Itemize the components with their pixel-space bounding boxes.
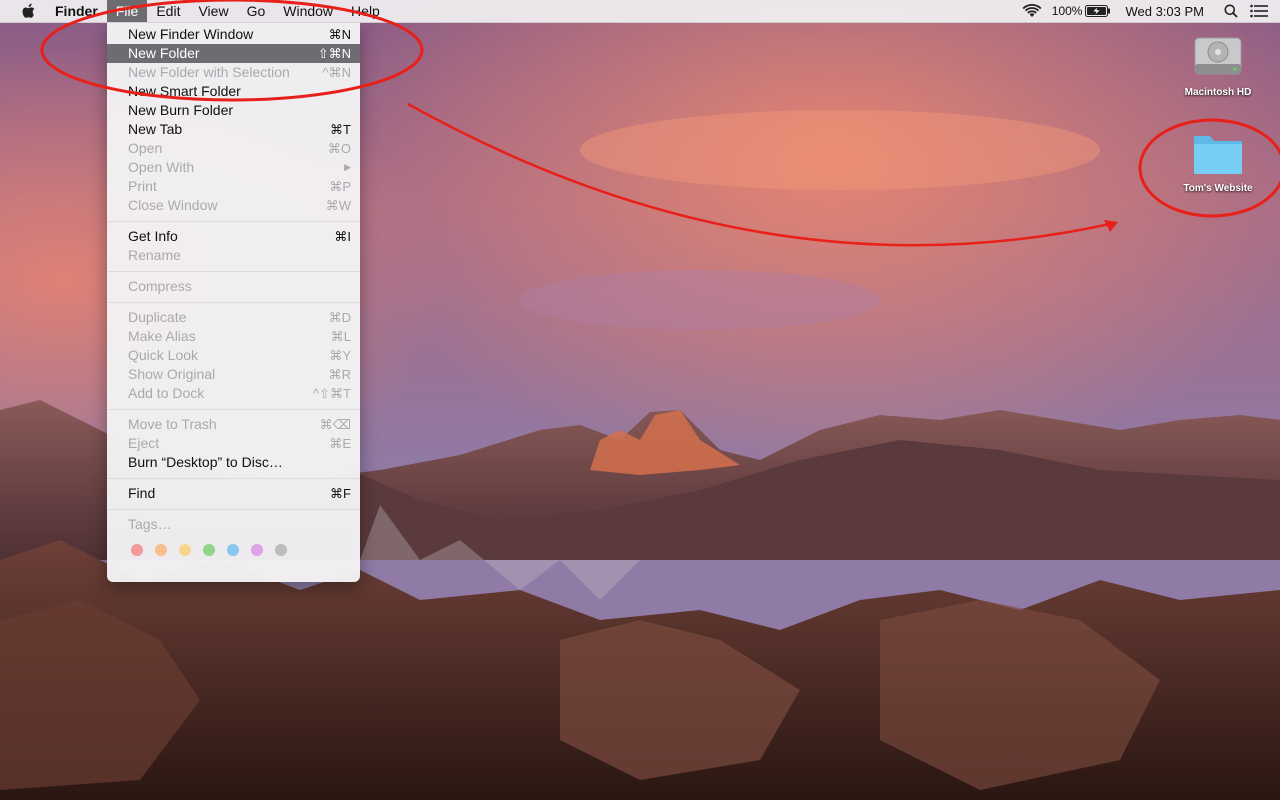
- menu-item-tags[interactable]: Tags…: [107, 515, 360, 534]
- menu-item-move-to-trash[interactable]: Move to Trash ⌘⌫: [107, 415, 360, 434]
- menu-separator: [107, 478, 360, 479]
- menu-separator: [107, 409, 360, 410]
- toms-website-label: Tom's Website: [1183, 183, 1253, 194]
- menu-item-shortcut: ⌘L: [330, 329, 351, 344]
- menu-item-shortcut: ⌘D: [328, 310, 351, 325]
- submenu-arrow-icon: ▶: [344, 162, 351, 172]
- tag-purple-dot[interactable]: [251, 544, 263, 556]
- tag-green-dot[interactable]: [203, 544, 215, 556]
- tag-red-dot[interactable]: [131, 544, 143, 556]
- menu-item-new-burn-folder[interactable]: New Burn Folder: [107, 101, 360, 120]
- menu-item-add-to-dock[interactable]: Add to Dock ^⇧⌘T: [107, 384, 360, 403]
- macintosh-hd-icon[interactable]: Macintosh HD: [1178, 28, 1258, 98]
- menu-item-shortcut: ⌘N: [328, 27, 351, 42]
- menu-item-shortcut: ⇧⌘N: [317, 46, 351, 61]
- menu-file[interactable]: File: [106, 0, 148, 22]
- menu-item-duplicate[interactable]: Duplicate ⌘D: [107, 308, 360, 327]
- menu-bar: Finder File Edit View Go Window Help 100…: [0, 0, 1280, 23]
- menu-item-label: Add to Dock: [128, 385, 205, 401]
- menu-item-new-tab[interactable]: New Tab ⌘T: [107, 120, 360, 139]
- menu-item-label: Open With: [128, 159, 195, 175]
- tag-orange-dot[interactable]: [155, 544, 167, 556]
- menu-item-compress[interactable]: Compress: [107, 277, 360, 296]
- menu-help[interactable]: Help: [342, 0, 389, 22]
- menu-item-label: Burn “Desktop” to Disc…: [128, 454, 283, 470]
- menu-item-shortcut: ⌘W: [325, 198, 351, 213]
- menu-item-open-with[interactable]: Open With ▶: [107, 158, 360, 177]
- menu-item-shortcut: ^⌘N: [322, 65, 352, 80]
- menu-item-label: New Folder: [128, 45, 200, 61]
- file-menu: New Finder Window ⌘N New Folder ⇧⌘N New …: [107, 22, 360, 582]
- folder-icon: [1194, 136, 1242, 174]
- menu-item-close-window[interactable]: Close Window ⌘W: [107, 196, 360, 215]
- menu-item-shortcut: ⌘I: [334, 229, 351, 244]
- tag-gray-dot[interactable]: [275, 544, 287, 556]
- menu-item-label: New Burn Folder: [128, 102, 234, 118]
- menu-item-label: Get Info: [128, 228, 178, 244]
- menu-item-quick-look[interactable]: Quick Look ⌘Y: [107, 346, 360, 365]
- battery-percent[interactable]: 100%: [1052, 4, 1083, 18]
- menu-item-shortcut: ⌘⌫: [319, 417, 351, 432]
- menu-item-shortcut: ⌘T: [330, 122, 351, 137]
- macintosh-hd-label: Macintosh HD: [1184, 87, 1252, 98]
- menu-item-print[interactable]: Print ⌘P: [107, 177, 360, 196]
- notification-center-icon[interactable]: [1250, 4, 1268, 18]
- menu-item-shortcut: ⌘F: [330, 486, 351, 501]
- menu-item-label: Make Alias: [128, 328, 196, 344]
- tag-blue-dot[interactable]: [227, 544, 239, 556]
- menu-item-label: Quick Look: [128, 347, 199, 363]
- menu-item-make-alias[interactable]: Make Alias ⌘L: [107, 327, 360, 346]
- tag-yellow-dot[interactable]: [179, 544, 191, 556]
- battery-icon[interactable]: [1085, 5, 1111, 17]
- menu-item-shortcut: ⌘Y: [329, 348, 351, 363]
- menu-item-label: Tags…: [128, 516, 172, 532]
- menu-item-label: Move to Trash: [128, 416, 217, 432]
- menu-item-new-finder-window[interactable]: New Finder Window ⌘N: [107, 25, 360, 44]
- spotlight-search-icon[interactable]: [1224, 4, 1238, 18]
- menu-item-label: New Tab: [128, 121, 183, 137]
- finder-menu[interactable]: Finder: [46, 0, 107, 22]
- menu-item-label: Find: [128, 485, 156, 501]
- menu-item-shortcut: ⌘O: [327, 141, 351, 156]
- menu-item-label: Compress: [128, 278, 192, 294]
- menu-window[interactable]: Window: [274, 0, 342, 22]
- menu-item-label: Rename: [128, 247, 181, 263]
- menu-view[interactable]: View: [189, 0, 237, 22]
- menu-item-label: Open: [128, 140, 163, 156]
- toms-website-folder[interactable]: Tom's Website: [1178, 130, 1258, 194]
- menu-item-find[interactable]: Find ⌘F: [107, 484, 360, 503]
- tag-color-row: [131, 544, 299, 556]
- menu-item-label: New Finder Window: [128, 26, 254, 42]
- menu-item-new-folder[interactable]: New Folder ⇧⌘N: [107, 44, 360, 63]
- menu-item-new-folder-with-selection[interactable]: New Folder with Selection ^⌘N: [107, 63, 360, 82]
- menu-item-label: Duplicate: [128, 309, 187, 325]
- clock[interactable]: Wed 3:03 PM: [1125, 4, 1204, 19]
- menu-item-shortcut: ⌘P: [329, 179, 351, 194]
- menu-item-burn-desktop[interactable]: Burn “Desktop” to Disc…: [107, 453, 360, 472]
- menu-edit[interactable]: Edit: [147, 0, 189, 22]
- menu-item-get-info[interactable]: Get Info ⌘I: [107, 227, 360, 246]
- menu-go[interactable]: Go: [238, 0, 275, 22]
- menu-item-new-smart-folder[interactable]: New Smart Folder: [107, 82, 360, 101]
- menu-item-eject[interactable]: Eject ⌘E: [107, 434, 360, 453]
- menu-separator: [107, 271, 360, 272]
- apple-menu-icon[interactable]: [18, 0, 40, 22]
- menu-item-label: Print: [128, 178, 157, 194]
- menu-item-shortcut: ⌘E: [329, 436, 351, 451]
- menu-item-label: Eject: [128, 435, 160, 451]
- hard-drive-icon: [1194, 37, 1242, 75]
- menu-item-open[interactable]: Open ⌘O: [107, 139, 360, 158]
- menu-item-shortcut: ^⇧⌘T: [313, 386, 351, 401]
- menu-item-shortcut: ⌘R: [328, 367, 351, 382]
- menu-separator: [107, 302, 360, 303]
- menu-item-label: New Smart Folder: [128, 83, 241, 99]
- menu-separator: [107, 509, 360, 510]
- menu-separator: [107, 221, 360, 222]
- wifi-icon[interactable]: [1022, 4, 1042, 18]
- menu-item-rename[interactable]: Rename: [107, 246, 360, 265]
- menu-item-show-original[interactable]: Show Original ⌘R: [107, 365, 360, 384]
- menu-item-label: Show Original: [128, 366, 216, 382]
- menu-item-label: Close Window: [128, 197, 218, 213]
- menu-item-label: New Folder with Selection: [128, 64, 290, 80]
